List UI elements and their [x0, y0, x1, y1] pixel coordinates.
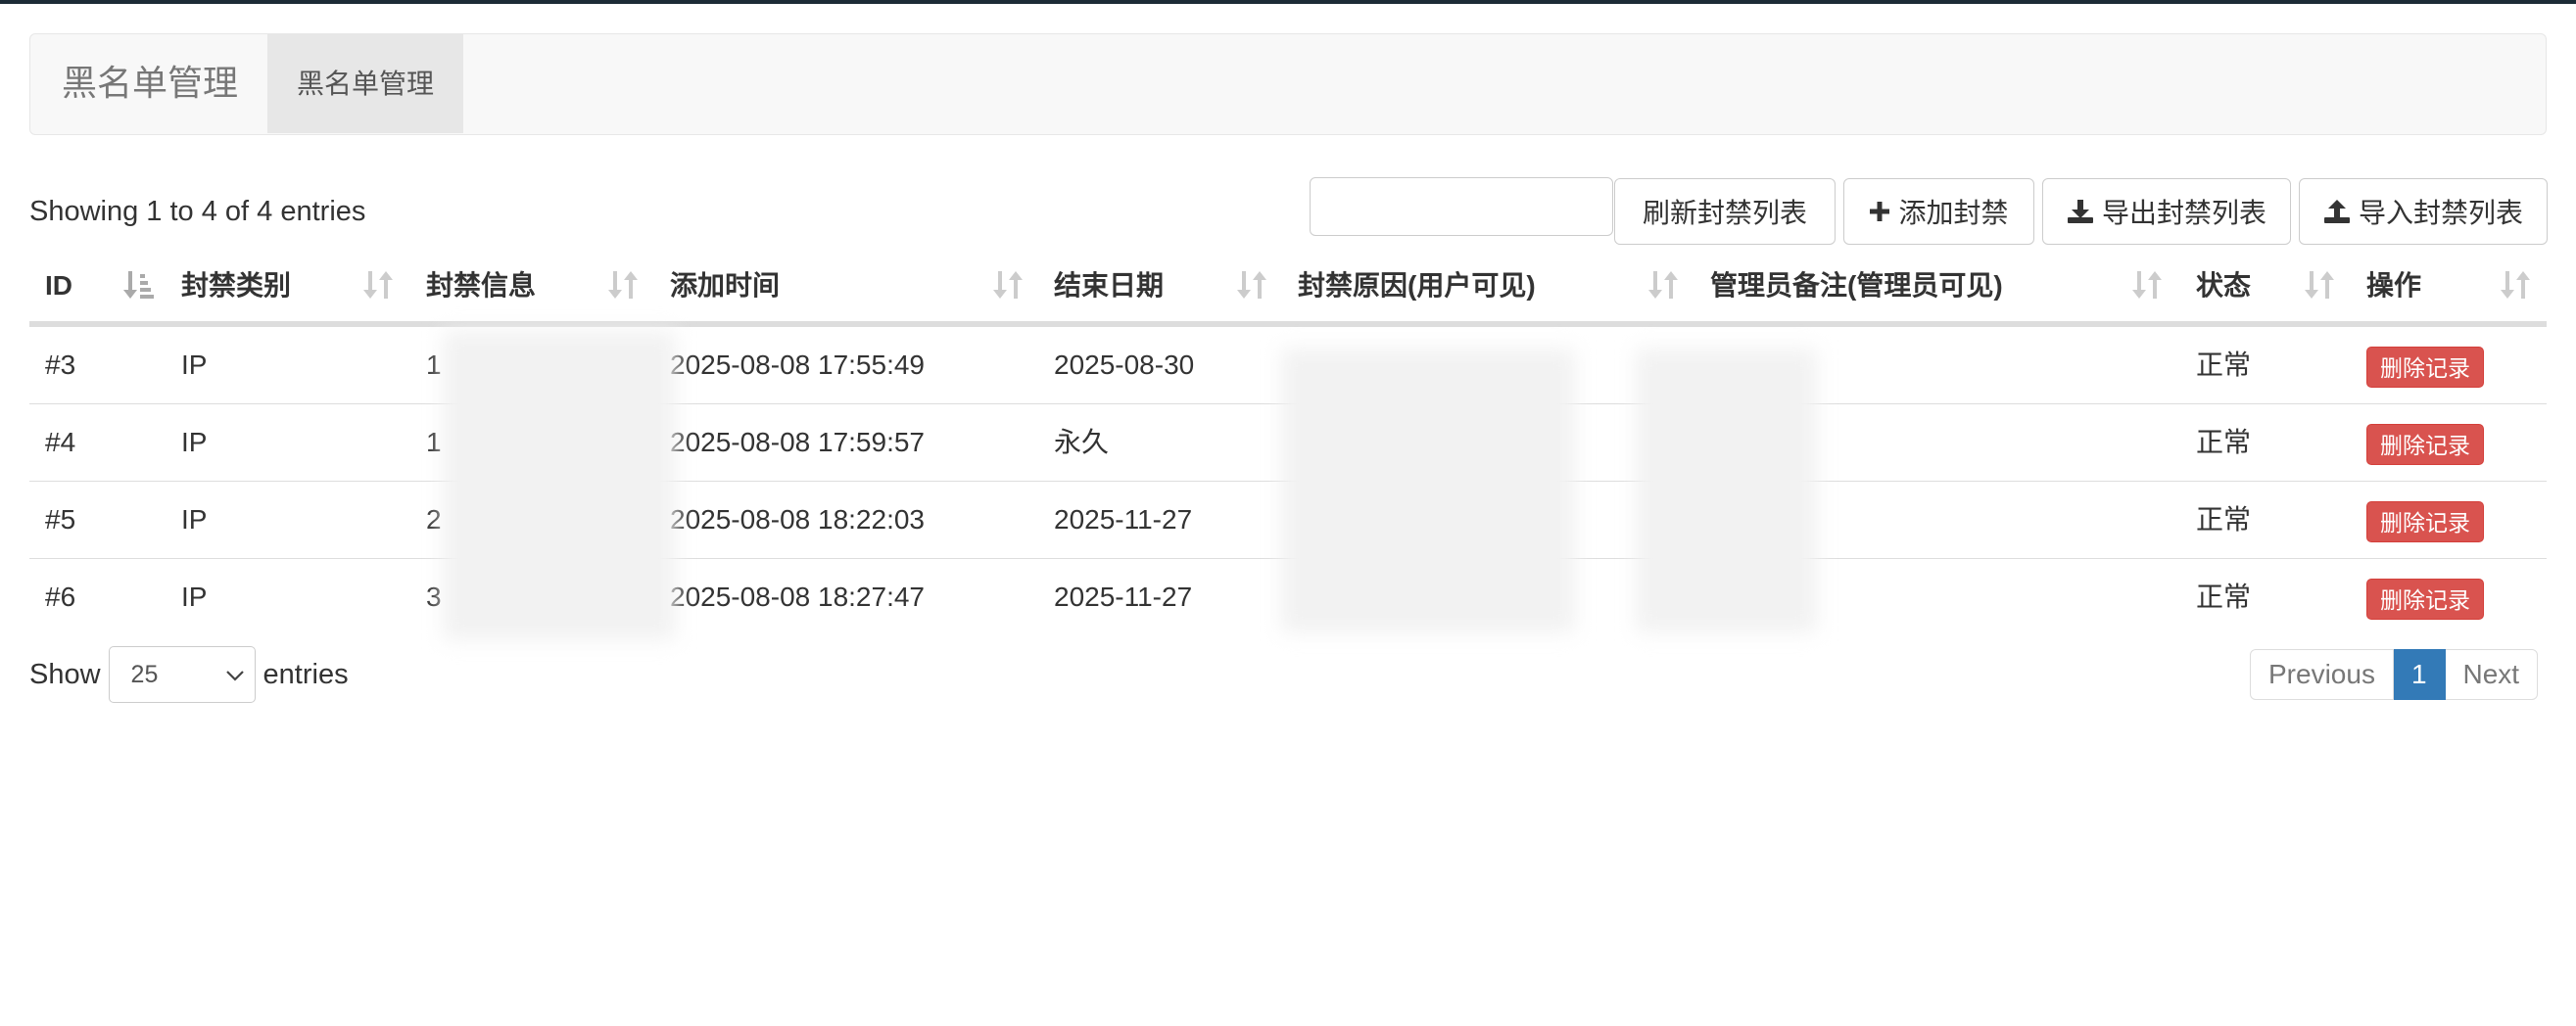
sort-amount-asc-icon[interactable] [122, 268, 156, 306]
cell-end-date: 2025-11-27 [1054, 582, 1193, 612]
length-menu-suffix: entries [262, 658, 349, 690]
refresh-button-label: 刷新封禁列表 [1642, 198, 1807, 228]
length-menu: Show 25 entries [29, 645, 349, 704]
refresh-ban-list-button[interactable]: 刷新封禁列表 [1614, 178, 1836, 245]
cell-type: IP [181, 504, 208, 535]
cell-info: 1 [426, 350, 442, 380]
sort-both-icon[interactable] [362, 268, 394, 306]
cell-type: IP [181, 350, 208, 380]
column-header-actions[interactable]: 操作 [2366, 251, 2421, 321]
table-header: ID 封禁类别 封禁信息 添加时间 结束日期 封禁原因(用户可见) 管理员备注(… [29, 251, 2547, 327]
delete-record-button[interactable]: 删除记录 [2366, 501, 2484, 542]
cell-id: #3 [45, 350, 76, 380]
column-header-id[interactable]: ID [45, 251, 72, 321]
cell-end-date: 2025-11-27 [1054, 504, 1193, 535]
sort-both-icon[interactable] [2500, 268, 2531, 306]
cell-info: 1 [426, 427, 442, 457]
cell-info: 2 [426, 504, 442, 535]
sort-both-icon[interactable] [1236, 268, 1267, 306]
navbar-brand[interactable]: 黑名单管理 [62, 34, 238, 132]
cell-type: IP [181, 427, 208, 457]
add-ban-button[interactable]: 添加封禁 [1843, 178, 2034, 245]
import-ban-list-button[interactable]: 导入封禁列表 [2299, 178, 2548, 245]
delete-record-button[interactable]: 删除记录 [2366, 424, 2484, 465]
search-input[interactable] [1310, 177, 1613, 236]
cell-added: 2025-08-08 18:22:03 [670, 504, 925, 535]
navbar: 黑名单管理 黑名单管理 [29, 33, 2547, 135]
sort-both-icon[interactable] [992, 268, 1024, 306]
plus-icon [1869, 201, 1890, 222]
delete-record-button[interactable]: 删除记录 [2366, 347, 2484, 388]
download-icon [2067, 199, 2094, 224]
nav-tab-blacklist[interactable]: 黑名单管理 [267, 34, 463, 133]
cell-status: 正常 [2196, 427, 2252, 457]
cell-added: 2025-08-08 17:59:57 [670, 427, 925, 457]
column-header-reason[interactable]: 封禁原因(用户可见) [1298, 251, 1536, 321]
redaction-blur-note [1636, 349, 1817, 632]
column-header-info[interactable]: 封禁信息 [426, 251, 536, 321]
export-ban-list-button[interactable]: 导出封禁列表 [2042, 178, 2291, 245]
cell-added: 2025-08-08 18:27:47 [670, 582, 925, 612]
export-button-label: 导出封禁列表 [2101, 198, 2266, 228]
upload-icon [2323, 199, 2351, 224]
pagination-page-1[interactable]: 1 [2393, 649, 2446, 700]
cell-end-date: 永久 [1054, 427, 1110, 457]
cell-end-date: 2025-08-30 [1054, 350, 1195, 380]
sort-both-icon[interactable] [2131, 268, 2163, 306]
column-header-added[interactable]: 添加时间 [670, 251, 780, 321]
add-button-label: 添加封禁 [1898, 198, 2009, 228]
column-header-end-date[interactable]: 结束日期 [1054, 251, 1164, 321]
delete-record-button[interactable]: 删除记录 [2366, 579, 2484, 620]
redaction-blur-info [443, 331, 676, 640]
sort-both-icon[interactable] [2304, 268, 2335, 306]
pagination-next[interactable]: Next [2445, 649, 2539, 700]
page-length-select[interactable]: 25 [108, 646, 256, 703]
pagination: Previous 1 Next [2250, 649, 2539, 700]
cell-id: #5 [45, 504, 76, 535]
table-info: Showing 1 to 4 of 4 entries [29, 196, 366, 227]
sort-both-icon[interactable] [607, 268, 639, 306]
pagination-previous[interactable]: Previous [2250, 649, 2394, 700]
column-header-status[interactable]: 状态 [2196, 251, 2251, 321]
chevron-down-icon [225, 661, 245, 689]
column-header-admin-note[interactable]: 管理员备注(管理员可见) [1710, 251, 2003, 321]
cell-info: 3 [426, 582, 442, 612]
length-menu-prefix: Show [29, 658, 101, 690]
import-button-label: 导入封禁列表 [2358, 198, 2523, 228]
cell-status: 正常 [2196, 350, 2252, 380]
sort-both-icon[interactable] [1647, 268, 1679, 306]
cell-added: 2025-08-08 17:55:49 [670, 350, 925, 380]
cell-status: 正常 [2196, 504, 2252, 535]
cell-id: #4 [45, 427, 76, 457]
redaction-blur-reason [1281, 349, 1575, 632]
column-header-type[interactable]: 封禁类别 [181, 251, 291, 321]
cell-status: 正常 [2196, 582, 2252, 612]
cell-type: IP [181, 582, 208, 612]
cell-id: #6 [45, 582, 76, 612]
ban-table: ID 封禁类别 封禁信息 添加时间 结束日期 封禁原因(用户可见) 管理员备注(… [29, 251, 2547, 640]
page-length-value: 25 [130, 660, 159, 688]
